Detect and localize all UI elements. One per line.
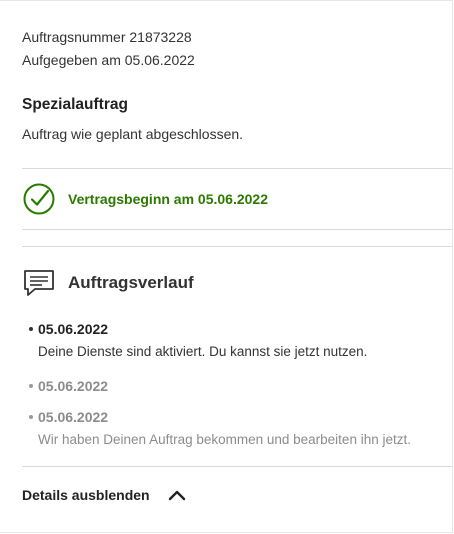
order-history-header: Auftragsverlauf — [0, 267, 452, 299]
details-toggle-label: Details ausblenden — [22, 487, 150, 503]
order-history-list: 05.06.2022 Deine Dienste sind aktiviert.… — [0, 321, 452, 449]
history-item: 05.06.2022 Deine Dienste sind aktiviert.… — [28, 321, 452, 361]
divider — [22, 229, 452, 230]
history-item-date: 05.06.2022 — [38, 321, 109, 337]
check-circle-icon — [23, 183, 55, 215]
history-item-date: 05.06.2022 — [38, 378, 109, 394]
special-order-status: Auftrag wie geplant abgeschlossen. — [22, 126, 244, 142]
bullet — [29, 327, 33, 331]
order-placed-date: Aufgegeben am 05.06.2022 — [22, 52, 195, 68]
divider — [22, 246, 452, 247]
order-history-title: Auftragsverlauf — [68, 273, 194, 292]
history-item-date: 05.06.2022 — [38, 409, 109, 425]
contract-start-row: Vertragsbeginn am 05.06.2022 — [0, 169, 452, 229]
history-item-description: Deine Dienste sind aktiviert. Du kannst … — [38, 344, 368, 359]
history-item: 05.06.2022 — [28, 378, 452, 395]
chevron-up-icon[interactable] — [168, 489, 186, 501]
bullet — [29, 384, 33, 388]
history-item-description: Wir haben Deinen Auftrag bekommen und be… — [38, 432, 411, 447]
order-number: Auftragsnummer 21873228 — [22, 29, 192, 45]
chat-bubble-icon — [24, 270, 54, 296]
history-item: 05.06.2022 Wir haben Deinen Auftrag beko… — [28, 409, 452, 449]
special-order-title: Spezialauftrag — [22, 96, 128, 113]
contract-start-text: Vertragsbeginn am 05.06.2022 — [68, 191, 268, 207]
bullet — [29, 415, 33, 419]
order-card: Auftragsnummer 21873228 Aufgegeben am 05… — [0, 0, 453, 533]
details-toggle-button[interactable]: Details ausblenden — [0, 467, 452, 523]
